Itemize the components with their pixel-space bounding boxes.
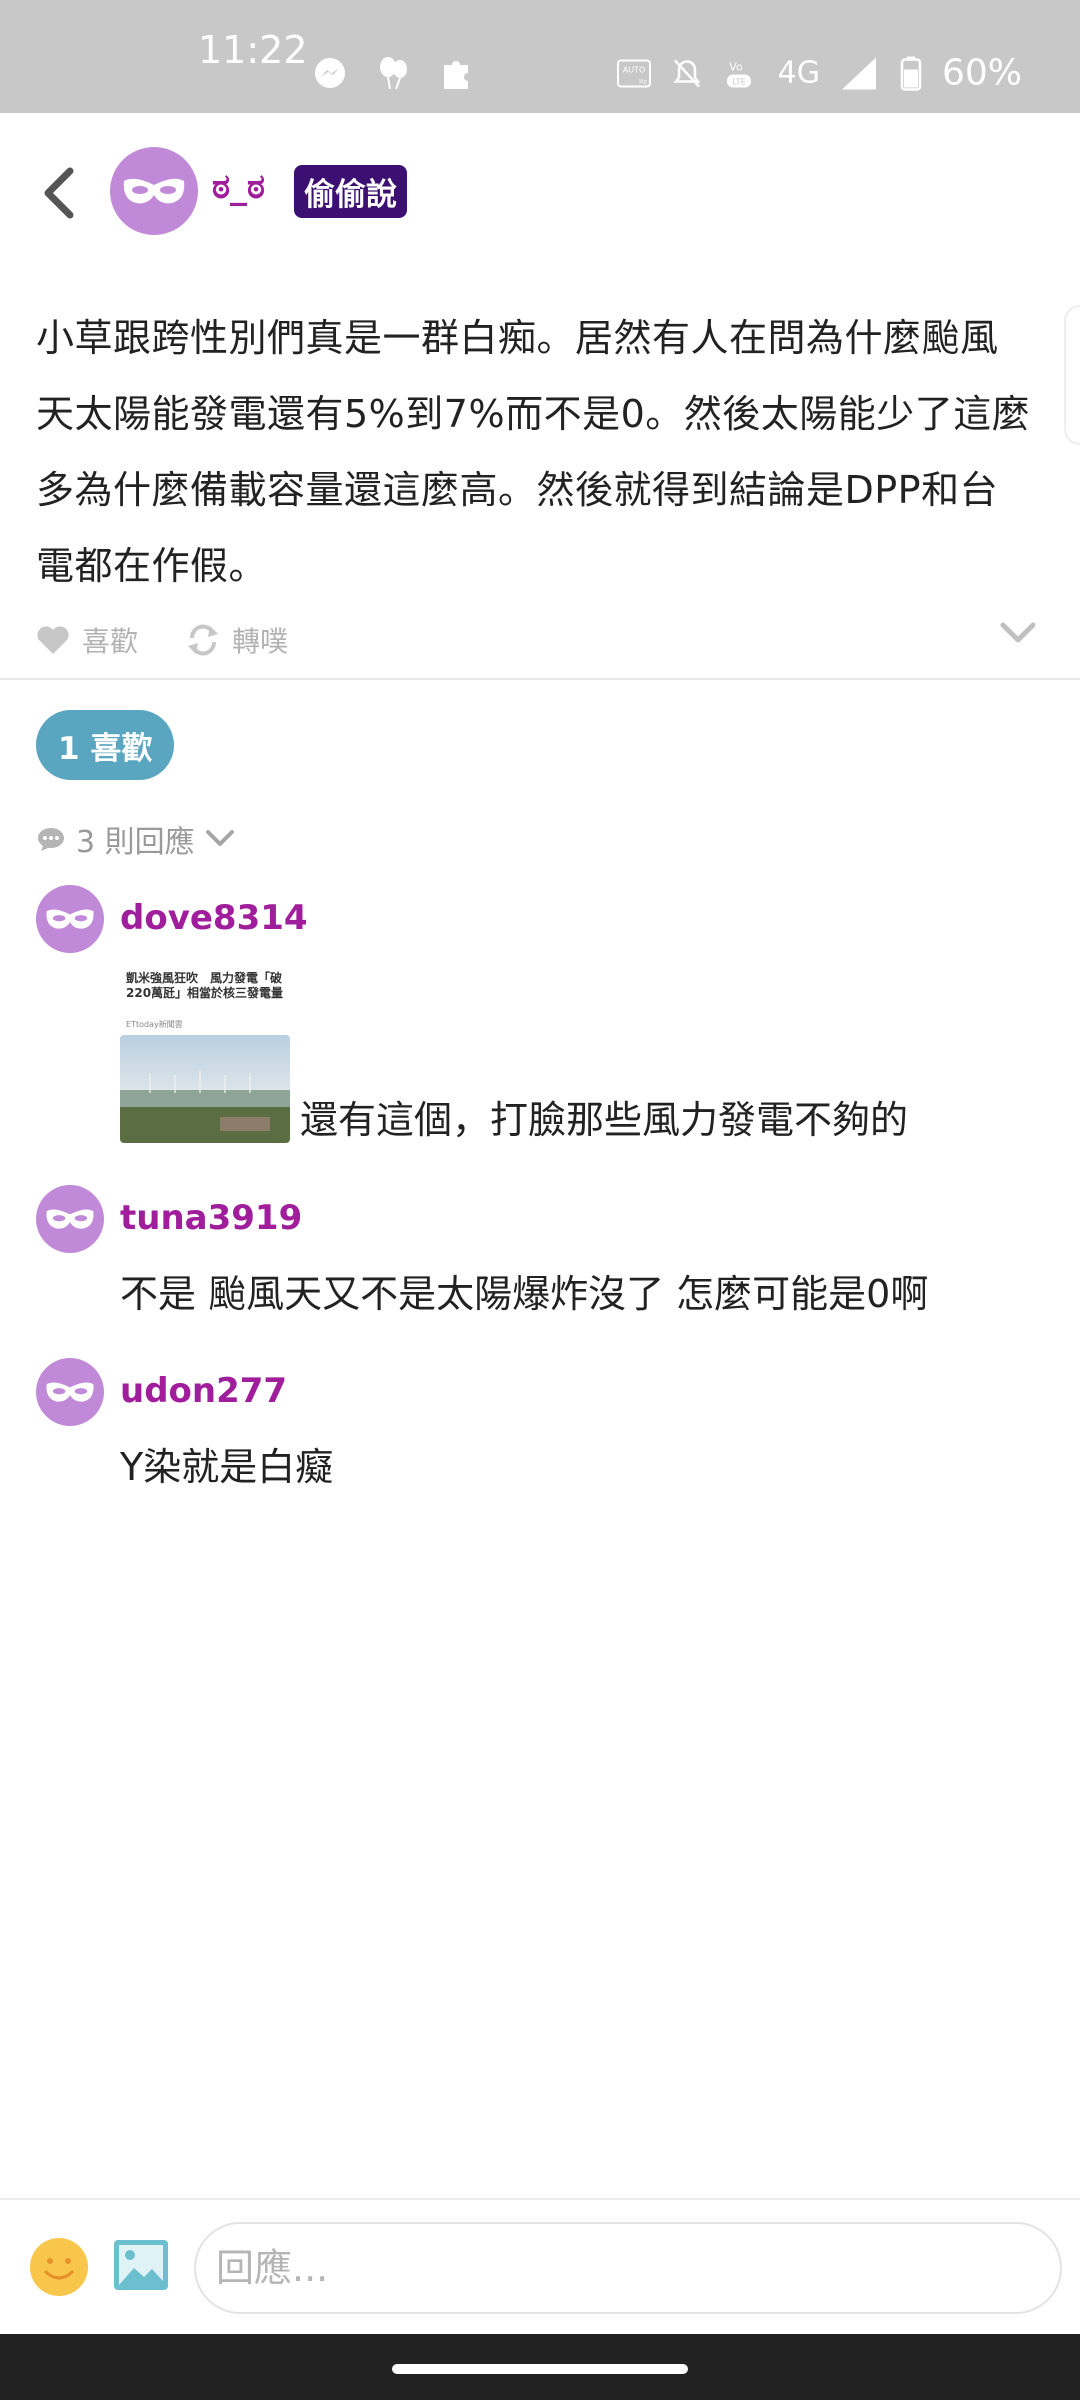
auto-hz-icon: AUTO Hz	[616, 59, 651, 87]
author-name[interactable]: ಠ_ಠ	[212, 167, 265, 207]
signal-icon	[841, 57, 876, 89]
post-actions: 喜歡 轉噗	[36, 610, 1036, 670]
status-system-icons: AUTO Hz Vo LTE 4G 60%	[616, 53, 1022, 94]
replies-count-label: 3 則回應	[76, 825, 195, 860]
reply-item: tuna3919 不是 颱風天又不是太陽爆炸沒了 怎麼可能是0啊	[36, 1185, 1046, 1316]
reply-composer	[0, 2198, 1080, 2334]
reply-item: dove8314 凱米強風狂吹 風力發電「破220萬瓩」相當於核三發電量 ETt…	[36, 885, 1046, 1145]
reply-username[interactable]: udon277	[120, 1371, 287, 1411]
reply-username[interactable]: tuna3919	[120, 1198, 302, 1238]
chevron-down-icon[interactable]	[1000, 622, 1036, 644]
network-type-label: 4G	[777, 55, 820, 91]
image-icon	[114, 2240, 168, 2290]
divider	[0, 678, 1080, 680]
reply-username[interactable]: dove8314	[120, 898, 308, 938]
link-preview-thumbnail[interactable]: 凱米強風狂吹 風力發電「破220萬瓩」相當於核三發電量 ETtoday新聞雲	[120, 967, 290, 1143]
emoji-button[interactable]	[30, 2238, 88, 2296]
chevron-down-icon	[205, 830, 234, 846]
battery-percent: 60%	[941, 52, 1022, 94]
image-button[interactable]	[112, 2238, 170, 2292]
status-bar: 11:22 AUTO Hz Vo LTE 4G 60%	[0, 0, 1080, 113]
reply-item: udon277 Y染就是白癡	[36, 1358, 1046, 1489]
mask-icon	[123, 178, 185, 204]
reply-avatar[interactable]	[36, 1358, 104, 1426]
reply-text: Y染就是白癡	[120, 1445, 334, 1489]
balloon-icon	[380, 57, 407, 90]
mask-icon	[46, 1382, 94, 1402]
post-body: 小草跟跨性別們真是一群白痴。居然有人在問為什麼颱風天太陽能發電還有5%到7%而不…	[36, 316, 1031, 588]
messenger-icon	[315, 58, 345, 88]
like-label: 喜歡	[82, 625, 139, 658]
likes-count-button[interactable]: 1 喜歡	[36, 710, 175, 780]
side-scroll-handle	[1064, 305, 1080, 445]
reply-text: 還有這個，打臉那些風力發電不夠的	[300, 1098, 909, 1142]
wind-farm-photo	[120, 1035, 290, 1143]
system-nav-bar	[0, 2334, 1080, 2400]
mask-icon	[46, 909, 94, 929]
comment-icon	[38, 828, 64, 851]
back-icon	[44, 167, 74, 219]
status-time: 11:22	[198, 28, 308, 72]
author-avatar[interactable]	[110, 147, 198, 235]
reply-avatar[interactable]	[36, 1185, 104, 1253]
svg-text:Hz: Hz	[639, 78, 647, 85]
mask-icon	[46, 1209, 94, 1229]
like-button[interactable]: 喜歡	[36, 620, 138, 660]
svg-text:AUTO: AUTO	[622, 65, 645, 74]
post-header: ಠ_ಠ 偷偷說	[0, 113, 1080, 273]
repost-icon	[188, 624, 219, 656]
mute-bell-icon	[673, 59, 701, 87]
thumbnail-headline: 凱米強風狂吹 風力發電「破220萬瓩」相當於核三發電量	[126, 971, 284, 1000]
volte-icon: Vo LTE	[726, 60, 751, 87]
puzzle-icon	[444, 61, 468, 89]
emoji-icon	[32, 2240, 86, 2294]
back-button[interactable]	[30, 153, 86, 233]
status-notification-icons	[312, 55, 476, 91]
reply-input[interactable]	[194, 2222, 1062, 2314]
heart-icon	[37, 626, 69, 654]
board-tag[interactable]: 偷偷說	[294, 165, 407, 218]
replies-toggle[interactable]: 3 則回應	[36, 817, 235, 861]
reply-avatar[interactable]	[36, 885, 104, 953]
battery-icon	[900, 56, 922, 91]
svg-text:LTE: LTE	[732, 77, 745, 86]
svg-text:Vo: Vo	[729, 60, 743, 73]
thumbnail-photo	[120, 1035, 290, 1143]
repost-button[interactable]: 轉噗	[186, 620, 288, 660]
reply-text: 不是 颱風天又不是太陽爆炸沒了 怎麼可能是0啊	[120, 1272, 929, 1316]
thumbnail-source: ETtoday新聞雲	[126, 1020, 183, 1029]
repost-label: 轉噗	[232, 625, 289, 658]
home-gesture-bar[interactable]	[392, 2364, 688, 2374]
